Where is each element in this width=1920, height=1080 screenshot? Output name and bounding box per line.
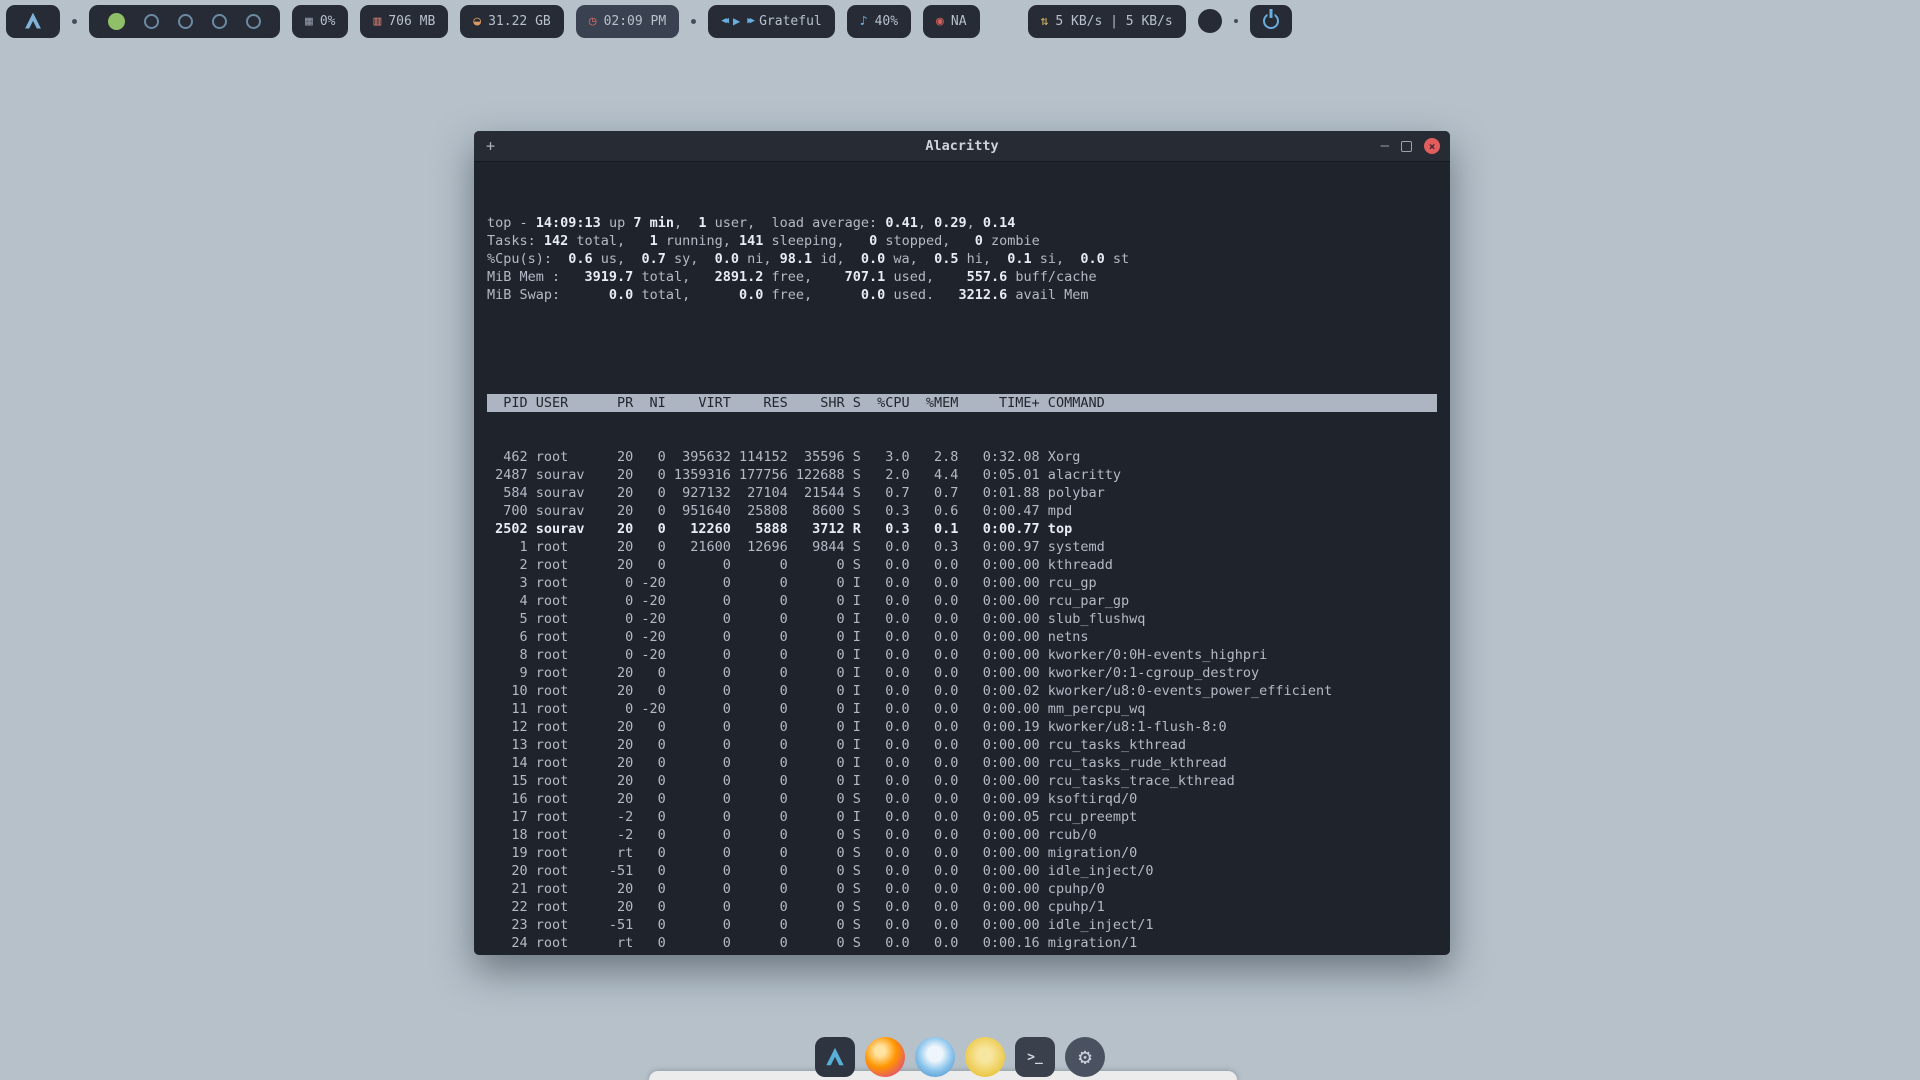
process-row: 17 root -2 0 0 0 0 I 0.0 0.0 0:00.05 rcu…	[487, 808, 1437, 826]
clock-icon: ◷	[589, 14, 597, 29]
process-row: 23 root -51 0 0 0 0 S 0.0 0.0 0:00.00 id…	[487, 916, 1437, 934]
memory-module[interactable]: ▥ 706 MB	[360, 5, 448, 38]
terminal-content[interactable]: top - 14:09:13 up 7 min, 1 user, load av…	[474, 162, 1450, 955]
weather-value: NA	[951, 14, 967, 29]
workspace-dot[interactable]	[212, 14, 227, 29]
disk-module[interactable]: ◒ 31.22 GB	[460, 5, 563, 38]
network-icon: ⇅	[1041, 14, 1049, 29]
weather-icon: ◉	[936, 14, 944, 29]
table-header: PID USER PR NI VIRT RES SHR S %CPU %MEM …	[487, 394, 1437, 412]
process-row: 3 root 0 -20 0 0 0 I 0.0 0.0 0:00.00 rcu…	[487, 574, 1437, 592]
process-row: 5 root 0 -20 0 0 0 I 0.0 0.0 0:00.00 slu…	[487, 610, 1437, 628]
separator-dot	[1234, 19, 1238, 23]
disk-value: 31.22 GB	[488, 14, 551, 29]
top-bar: ▦ 0% ▥ 706 MB ◒ 31.22 GB ◷ 02:09 PM ◀◀ ▶…	[6, 4, 1292, 38]
media-track-label: Grateful	[759, 14, 822, 29]
media-module: ◀◀ ▶ ▶▶ Grateful	[708, 5, 835, 38]
files-icon	[965, 1037, 1005, 1077]
media-previous-icon[interactable]: ◀◀	[721, 16, 726, 26]
summary-line: MiB Mem : 3919.7 total, 2891.2 free, 707…	[487, 268, 1437, 286]
process-table: 462 root 20 0 395632 114152 35596 S 3.0 …	[487, 448, 1437, 955]
process-row: 14 root 20 0 0 0 0 I 0.0 0.0 0:00.00 rcu…	[487, 754, 1437, 772]
process-row: 6 root 0 -20 0 0 0 I 0.0 0.0 0:00.00 net…	[487, 628, 1437, 646]
process-row: 25 root 20 0 0 0 0 S 0.0 0.0 0:00.00 kso…	[487, 952, 1437, 955]
process-row: 4 root 0 -20 0 0 0 I 0.0 0.0 0:00.00 rcu…	[487, 592, 1437, 610]
process-row: 10 root 20 0 0 0 0 I 0.0 0.0 0:00.02 kwo…	[487, 682, 1437, 700]
dock: >_ ⚙	[815, 1037, 1105, 1077]
process-row: 2487 sourav 20 0 1359316 177756 122688 S…	[487, 466, 1437, 484]
tray-toggle[interactable]	[1198, 9, 1222, 33]
window-title: Alacritty	[474, 138, 1450, 154]
workspace-dot[interactable]	[144, 14, 159, 29]
separator-dot	[691, 19, 696, 24]
dock-icon-terminal[interactable]: >_	[1015, 1037, 1055, 1077]
disk-icon: ◒	[473, 14, 481, 29]
summary-line: MiB Swap: 0.0 total, 0.0 free, 0.0 used.…	[487, 286, 1437, 304]
memory-value: 706 MB	[388, 14, 435, 29]
dock-icon-firefox[interactable]	[865, 1037, 905, 1077]
cpu-value: 0%	[320, 14, 336, 29]
dock-icon-arch-launcher[interactable]	[815, 1037, 855, 1077]
terminal-icon: >_	[1015, 1037, 1055, 1077]
workspace-dot-active[interactable]	[108, 13, 125, 30]
process-row: 8 root 0 -20 0 0 0 I 0.0 0.0 0:00.00 kwo…	[487, 646, 1437, 664]
process-row: 20 root -51 0 0 0 0 S 0.0 0.0 0:00.00 id…	[487, 862, 1437, 880]
volume-module[interactable]: ♪ 40%	[847, 5, 911, 38]
weather-module[interactable]: ◉ NA	[923, 5, 979, 38]
process-row: 1 root 20 0 21600 12696 9844 S 0.0 0.3 0…	[487, 538, 1437, 556]
process-row: 9 root 20 0 0 0 0 I 0.0 0.0 0:00.00 kwor…	[487, 664, 1437, 682]
process-row: 18 root -2 0 0 0 0 S 0.0 0.0 0:00.00 rcu…	[487, 826, 1437, 844]
firefox-icon	[865, 1037, 905, 1077]
process-row: 21 root 20 0 0 0 0 S 0.0 0.0 0:00.00 cpu…	[487, 880, 1437, 898]
process-row-top: 2502 sourav 20 0 12260 5888 3712 R 0.3 0…	[487, 520, 1437, 538]
clock-module[interactable]: ◷ 02:09 PM	[576, 5, 679, 38]
browser-icon	[915, 1037, 955, 1077]
network-value: 5 KB/s | 5 KB/s	[1055, 14, 1172, 29]
process-row: 13 root 20 0 0 0 0 I 0.0 0.0 0:00.00 rcu…	[487, 736, 1437, 754]
volume-value: 40%	[875, 14, 898, 29]
window-titlebar[interactable]: + Alacritty – ×	[474, 131, 1450, 162]
process-row: 24 root rt 0 0 0 0 S 0.0 0.0 0:00.16 mig…	[487, 934, 1437, 952]
cpu-icon: ▦	[305, 14, 313, 29]
arch-logo-icon	[23, 11, 43, 31]
process-row: 11 root 0 -20 0 0 0 I 0.0 0.0 0:00.00 mm…	[487, 700, 1437, 718]
process-row: 19 root rt 0 0 0 0 S 0.0 0.0 0:00.00 mig…	[487, 844, 1437, 862]
process-row: 700 sourav 20 0 951640 25808 8600 S 0.3 …	[487, 502, 1437, 520]
media-next-icon[interactable]: ▶▶	[747, 16, 752, 26]
dock-icon-browser[interactable]	[915, 1037, 955, 1077]
arch-logo-icon	[824, 1046, 846, 1068]
gear-icon: ⚙	[1065, 1037, 1105, 1077]
process-row: 462 root 20 0 395632 114152 35596 S 3.0 …	[487, 448, 1437, 466]
network-module[interactable]: ⇅ 5 KB/s | 5 KB/s	[1028, 5, 1186, 38]
workspace-switcher	[89, 5, 280, 38]
launcher-button[interactable]	[6, 5, 60, 38]
process-row: 15 root 20 0 0 0 0 I 0.0 0.0 0:00.00 rcu…	[487, 772, 1437, 790]
media-play-icon[interactable]: ▶	[733, 14, 740, 28]
process-row: 584 sourav 20 0 927132 27104 21544 S 0.7…	[487, 484, 1437, 502]
process-row: 2 root 20 0 0 0 0 S 0.0 0.0 0:00.00 kthr…	[487, 556, 1437, 574]
workspace-dot[interactable]	[178, 14, 193, 29]
process-row: 16 root 20 0 0 0 0 S 0.0 0.0 0:00.09 kso…	[487, 790, 1437, 808]
process-row: 12 root 20 0 0 0 0 I 0.0 0.0 0:00.19 kwo…	[487, 718, 1437, 736]
summary-line: %Cpu(s): 0.6 us, 0.7 sy, 0.0 ni, 98.1 id…	[487, 250, 1437, 268]
memory-icon: ▥	[373, 14, 381, 29]
dock-icon-settings[interactable]: ⚙	[1065, 1037, 1105, 1077]
process-row: 22 root 20 0 0 0 0 S 0.0 0.0 0:00.00 cpu…	[487, 898, 1437, 916]
power-icon	[1263, 13, 1279, 29]
top-summary: top - 14:09:13 up 7 min, 1 user, load av…	[487, 214, 1437, 304]
dock-icon-files[interactable]	[965, 1037, 1005, 1077]
alacritty-window: + Alacritty – × top - 14:09:13 up 7 min,…	[474, 131, 1450, 955]
volume-icon: ♪	[860, 14, 868, 29]
summary-line: Tasks: 142 total, 1 running, 141 sleepin…	[487, 232, 1437, 250]
maximize-button[interactable]	[1401, 141, 1412, 152]
clock-value: 02:09 PM	[604, 14, 667, 29]
minimize-button[interactable]: –	[1381, 139, 1389, 153]
summary-line: top - 14:09:13 up 7 min, 1 user, load av…	[487, 214, 1437, 232]
separator-dot	[72, 19, 77, 24]
workspace-dot[interactable]	[246, 14, 261, 29]
close-button[interactable]: ×	[1424, 138, 1440, 154]
power-button[interactable]	[1250, 5, 1292, 38]
desktop: ▦ 0% ▥ 706 MB ◒ 31.22 GB ◷ 02:09 PM ◀◀ ▶…	[0, 0, 1920, 1080]
cpu-module[interactable]: ▦ 0%	[292, 5, 348, 38]
